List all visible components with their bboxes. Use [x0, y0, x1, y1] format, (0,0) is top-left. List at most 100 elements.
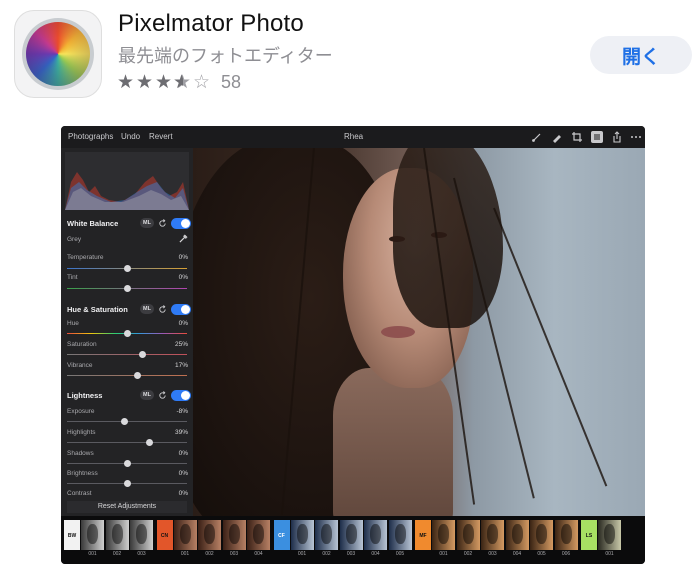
preset-group-label: MF — [419, 533, 427, 539]
preset-group-cf[interactable]: CF — [273, 520, 290, 550]
shadows-label: Shadows — [67, 450, 94, 457]
preset-thumbnail[interactable] — [554, 520, 578, 550]
eyedropper-icon[interactable] — [179, 234, 188, 243]
preset-thumbnail[interactable] — [456, 520, 480, 550]
preset-number: 003 — [137, 551, 146, 557]
preset-number: 001 — [605, 551, 614, 557]
preset-number: 005 — [537, 551, 546, 557]
preset-filmstrip: BW 001 002 003 CN 001 002 003 004 CF 001 002 003 004 0… — [61, 516, 645, 564]
temperature-label: Temperature — [67, 254, 104, 261]
reset-icon[interactable] — [158, 305, 167, 314]
adjust-icon[interactable] — [591, 131, 603, 143]
preset-number: 002 — [112, 551, 122, 557]
saturation-label: Saturation — [67, 341, 97, 348]
preset-group-cn[interactable]: CN — [156, 520, 173, 550]
ml-button[interactable]: ML — [140, 304, 154, 314]
slider-knob[interactable] — [121, 418, 128, 425]
brightness-label: Brightness — [67, 470, 98, 477]
preset-thumbnail[interactable] — [388, 520, 412, 550]
preset-number: 001 — [439, 551, 448, 557]
vibrance-slider[interactable] — [67, 375, 187, 376]
preset-thumbnail[interactable] — [364, 520, 387, 550]
share-icon[interactable] — [611, 131, 623, 143]
preset-thumbnail[interactable] — [505, 520, 529, 550]
slider-knob[interactable] — [146, 439, 153, 446]
ml-button[interactable]: ML — [140, 218, 154, 228]
preset-number: 001 — [88, 551, 97, 557]
lightness-toggle[interactable] — [171, 390, 191, 401]
preset-thumbnail[interactable] — [598, 520, 621, 550]
editor-toolbar: Photographs Undo Revert Rhea — [61, 126, 645, 148]
white-balance-toggle[interactable] — [171, 218, 191, 229]
vibrance-label: Vibrance — [67, 362, 93, 369]
preset-number: 005 — [395, 551, 405, 557]
undo-button[interactable]: Undo — [121, 132, 140, 141]
preset-thumbnail[interactable] — [247, 520, 270, 550]
preset-number: 004 — [512, 551, 522, 557]
slider-knob[interactable] — [139, 351, 146, 358]
crop-icon[interactable] — [571, 131, 583, 143]
preset-group-ls[interactable]: LS — [581, 520, 597, 550]
preset-number: 002 — [463, 551, 473, 557]
contrast-label: Contrast — [67, 490, 92, 497]
app-screenshot[interactable]: Photographs Undo Revert Rhea White Balan… — [61, 126, 645, 564]
preset-thumbnail[interactable] — [432, 520, 455, 550]
preset-group-mf[interactable]: MF — [415, 520, 431, 550]
preset-group-label: CF — [278, 533, 285, 539]
slider-knob[interactable] — [124, 330, 131, 337]
preset-thumbnail[interactable] — [173, 520, 197, 550]
preset-number: 002 — [205, 551, 214, 557]
highlights-label: Highlights — [67, 429, 96, 436]
portrait-photo[interactable] — [193, 148, 645, 516]
hue-label: Hue — [67, 320, 79, 327]
highlights-value: 39% — [174, 429, 188, 436]
preset-thumbnail[interactable] — [222, 520, 246, 550]
rating-count: 58 — [221, 72, 242, 92]
preset-number: 006 — [561, 551, 571, 557]
app-subtitle: 最先端のフォトエディター — [118, 46, 333, 66]
reset-icon[interactable] — [158, 391, 167, 400]
star-icon: ★ — [116, 71, 135, 93]
preset-number: 004 — [254, 551, 263, 557]
preset-thumbnail[interactable] — [481, 520, 504, 550]
histogram — [65, 152, 189, 210]
more-icon[interactable] — [630, 131, 642, 143]
hue-saturation-toggle[interactable] — [171, 304, 191, 315]
tint-label: Tint — [67, 274, 78, 281]
preset-thumbnail[interactable] — [130, 520, 153, 550]
revert-button[interactable]: Revert — [149, 132, 173, 141]
preset-thumbnail[interactable] — [198, 520, 221, 550]
saturation-slider[interactable] — [67, 354, 187, 355]
preset-thumbnail[interactable] — [290, 520, 314, 550]
slider-knob[interactable] — [124, 285, 131, 292]
slider-knob[interactable] — [124, 460, 131, 467]
slider-knob[interactable] — [124, 265, 131, 272]
preset-thumbnail[interactable] — [530, 520, 553, 550]
tint-value: 0% — [178, 274, 188, 281]
photographs-button[interactable]: Photographs — [68, 132, 113, 141]
contrast-value: 0% — [178, 490, 188, 497]
preset-thumbnail[interactable] — [339, 520, 363, 550]
preset-thumbnail[interactable] — [105, 520, 129, 550]
open-button[interactable]: 開く — [590, 36, 692, 74]
preset-number: 002 — [322, 551, 331, 557]
preset-number: 003 — [229, 551, 239, 557]
preset-thumbnail[interactable] — [315, 520, 338, 550]
pen-icon[interactable] — [551, 131, 563, 143]
reset-icon[interactable] — [158, 219, 167, 228]
preset-group-bw[interactable]: BW — [64, 520, 80, 550]
half-star-icon: ★ — [173, 72, 192, 93]
hue-value: 0% — [178, 320, 188, 327]
slider-knob[interactable] — [124, 480, 131, 487]
preset-thumbnail[interactable] — [81, 520, 104, 550]
reset-adjustments-button[interactable]: Reset Adjustments — [67, 501, 187, 513]
grey-label: Grey — [67, 236, 82, 243]
highlights-slider[interactable] — [67, 442, 187, 443]
preset-number: 004 — [371, 551, 380, 557]
slider-knob[interactable] — [134, 372, 141, 379]
vibrance-value: 17% — [174, 362, 188, 369]
brush-icon[interactable] — [531, 131, 543, 143]
exposure-value: -8% — [176, 408, 188, 415]
hue-saturation-title: Hue & Saturation — [67, 305, 128, 314]
ml-button[interactable]: ML — [140, 390, 154, 400]
